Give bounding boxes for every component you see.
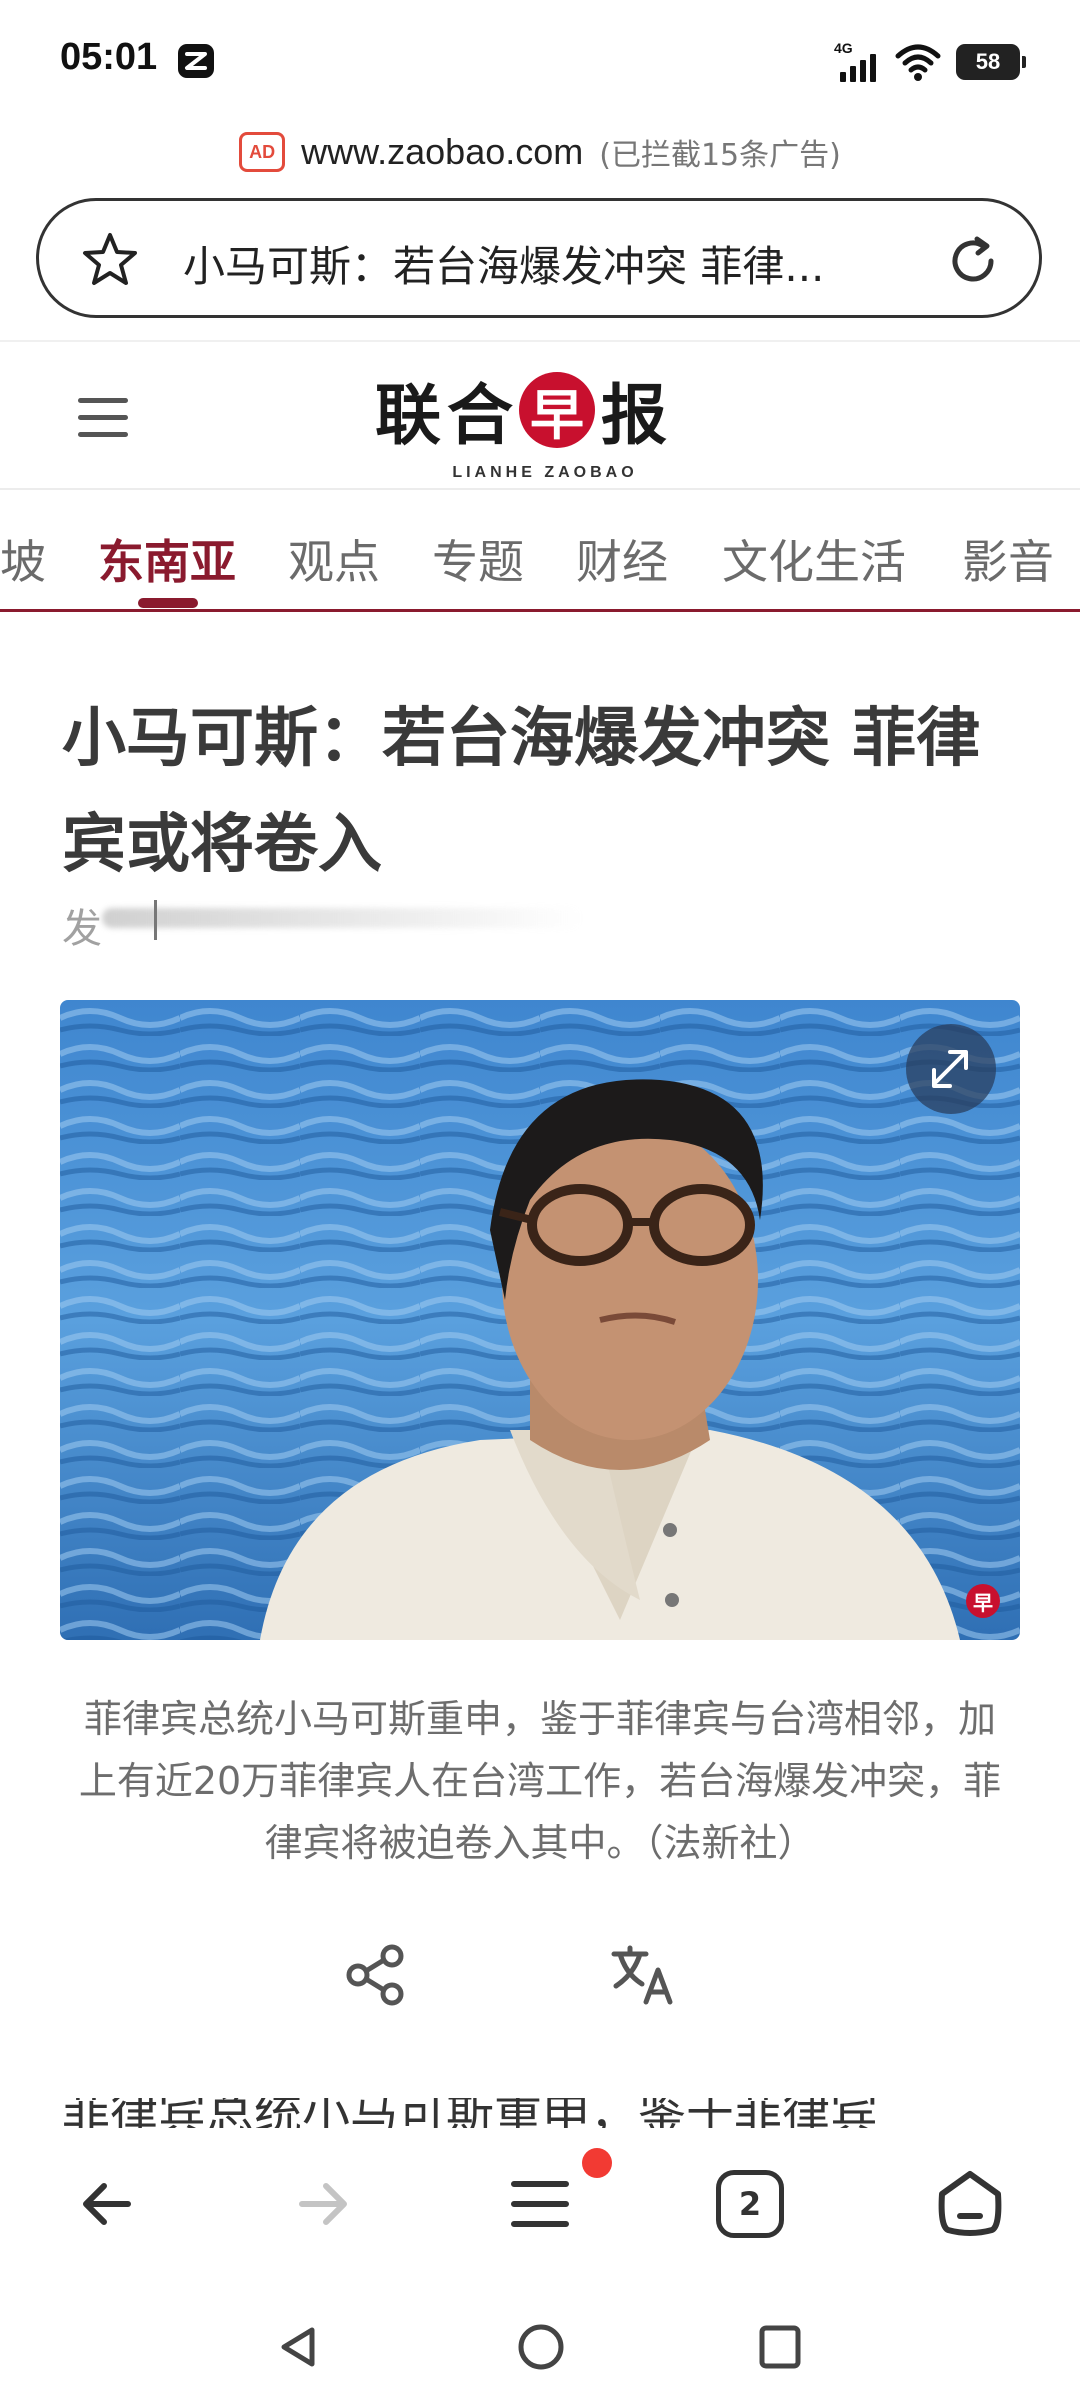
notification-dot	[582, 2148, 612, 2178]
reload-icon[interactable]	[943, 231, 1003, 291]
browser-menu-icon[interactable]	[502, 2166, 578, 2242]
tab-culture-life[interactable]: 文化生活	[722, 526, 906, 592]
tab-opinion[interactable]: 观点	[288, 526, 380, 592]
translate-icon[interactable]	[606, 1940, 676, 2010]
page-title[interactable]: 小马可斯：若台海爆发冲突 菲律...	[183, 233, 824, 294]
status-indicators: 4G 58	[834, 40, 1026, 84]
address-bar[interactable]: 小马可斯：若台海爆发冲突 菲律...	[36, 198, 1042, 318]
tab-video[interactable]: 影音	[962, 526, 1054, 592]
logo-badge: 早	[519, 372, 595, 448]
url-domain: www.zaobao.com	[301, 131, 584, 172]
status-time: 05:01	[60, 36, 158, 78]
tabs-icon[interactable]: 2	[716, 2170, 784, 2238]
nav-recents-icon[interactable]	[758, 2324, 802, 2370]
url-info: AD www.zaobao.com (已拦截15条广告)	[0, 124, 1080, 180]
image-caption: 菲律宾总统小马可斯重申，鉴于菲律宾与台湾相邻，加上有近20万菲律宾人在台湾工作，…	[78, 1697, 1002, 1865]
category-nav: 坡 东南亚 观点 专题 财经 文化生活 影音	[0, 492, 1080, 612]
byline-loading: 发	[62, 896, 582, 952]
tab-southeast-asia[interactable]: 东南亚	[98, 526, 236, 592]
expand-icon[interactable]	[906, 1024, 996, 1114]
logo-char: 联	[375, 376, 441, 454]
active-tab-indicator	[138, 598, 198, 608]
cellular-signal-icon: 4G	[834, 40, 880, 82]
back-icon[interactable]	[70, 2166, 146, 2242]
tab-finance[interactable]: 财经	[576, 526, 668, 592]
browser-toolbar: 2	[0, 2128, 1080, 2278]
share-icon[interactable]	[340, 1940, 410, 2010]
home-icon[interactable]	[932, 2166, 1008, 2242]
site-header: 联 合 早 报 LIANHE ZAOBAO	[0, 340, 1080, 490]
menu-icon[interactable]	[78, 398, 128, 438]
nav-home-icon[interactable]	[516, 2322, 566, 2372]
hero-image[interactable]: 早	[60, 1000, 1020, 1640]
wifi-icon	[895, 44, 941, 81]
byline-partial: 发	[62, 906, 102, 952]
ads-blocked-count: (已拦截15条广告)	[599, 138, 841, 173]
logo-char: 合	[447, 376, 513, 454]
logo-english: LIANHE ZAOBAO	[452, 464, 638, 481]
logo-char: 报	[601, 376, 667, 454]
nav-back-icon[interactable]	[276, 2324, 320, 2370]
system-navigation	[0, 2278, 1080, 2408]
site-logo[interactable]: 联 合 早 报 LIANHE ZAOBAO	[375, 362, 715, 482]
article-body-first-line: 菲律宾总统小马可斯重申，鉴于菲律宾	[62, 2098, 879, 2128]
status-bar: 05:01 4G 58	[0, 0, 1080, 120]
battery-indicator: 58	[956, 44, 1026, 80]
star-icon[interactable]	[79, 229, 141, 291]
zaobao-watermark: 早	[966, 1584, 1000, 1618]
notification-app-icon	[178, 44, 214, 78]
photo-marcos	[60, 1000, 1020, 1640]
tab-singapore[interactable]: 坡	[0, 526, 46, 592]
article-body-preview: 菲律宾总统小马可斯重申，鉴于菲律宾	[62, 2098, 1022, 2128]
tab-features[interactable]: 专题	[432, 526, 524, 592]
ad-block-icon[interactable]: AD	[239, 132, 286, 172]
article-headline: 小马可斯：若台海爆发冲突 菲律宾或将卷入	[62, 702, 981, 882]
forward-icon[interactable]	[284, 2166, 360, 2242]
